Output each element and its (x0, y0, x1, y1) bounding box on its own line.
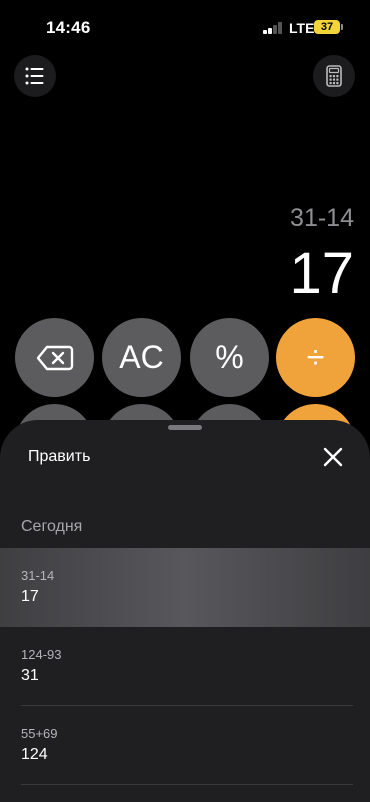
history-item-result: 17 (21, 588, 39, 605)
list-icon (25, 67, 44, 85)
edit-button[interactable]: Править (28, 448, 90, 466)
history-item-expression: 124-93 (21, 647, 62, 662)
battery-tip (341, 24, 343, 30)
status-bar: 14:46 LTE 37 (0, 0, 370, 50)
history-item[interactable]: 55+69 124 (0, 706, 370, 785)
section-title: Сегодня (21, 518, 83, 535)
sheet-grabber[interactable] (168, 425, 202, 430)
history-item-result: 31 (21, 667, 39, 684)
calculator-icon (326, 65, 342, 87)
calculator-mode-button[interactable] (313, 55, 355, 97)
backspace-button[interactable] (15, 318, 94, 397)
history-item-result: 124 (21, 746, 48, 763)
history-item-expression: 55+69 (21, 726, 58, 741)
close-icon (323, 447, 343, 467)
display-expression: 31-14 (290, 204, 354, 232)
history-item-expression: 31-14 (21, 568, 55, 583)
history-item[interactable]: 124-93 31 (0, 627, 370, 706)
percent-button[interactable]: % (190, 318, 269, 397)
clear-button[interactable]: AC (102, 318, 181, 397)
history-sheet: Править Сегодня 31-14 17 124-93 31 55+69… (0, 420, 370, 802)
divide-button[interactable]: ÷ (276, 318, 355, 397)
network-type: LTE (289, 20, 315, 36)
battery-icon: 37 (314, 20, 340, 34)
close-button[interactable] (314, 438, 352, 476)
backspace-icon (36, 345, 73, 370)
divider (21, 784, 353, 785)
history-menu-button[interactable] (14, 55, 56, 97)
status-time: 14:46 (46, 18, 91, 37)
signal-icon (263, 22, 283, 34)
history-item[interactable]: 31-14 17 (0, 548, 370, 627)
display-result: 17 (289, 241, 354, 306)
